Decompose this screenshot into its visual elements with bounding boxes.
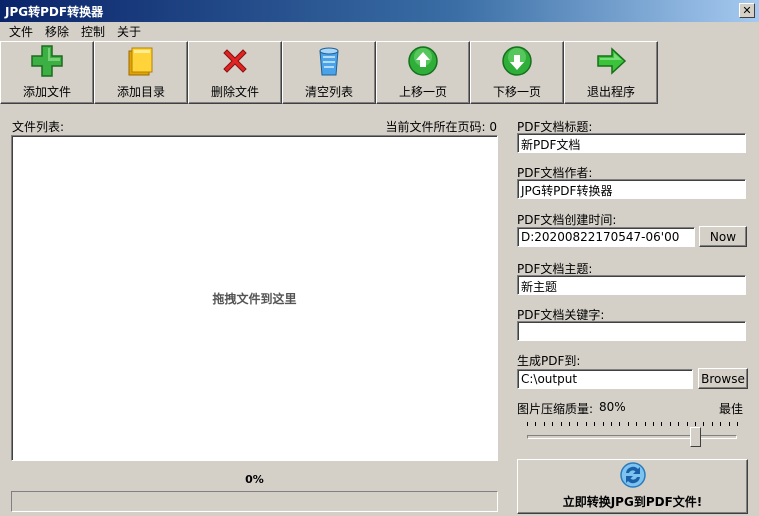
- file-list[interactable]: 拖拽文件到这里: [11, 135, 498, 461]
- progress-text: 0%: [245, 473, 264, 486]
- slider-tick: [594, 422, 596, 426]
- slider-tick: [669, 422, 671, 426]
- convert-refresh-icon: [619, 462, 646, 488]
- slider-tick: [737, 422, 738, 426]
- slider-tick: [602, 422, 604, 426]
- arrow-up-icon: [408, 46, 438, 76]
- title-bar: JPG转PDF转换器 ✕: [0, 0, 759, 22]
- clear-list-label: 清空列表: [304, 85, 353, 99]
- browse-button[interactable]: Browse: [698, 368, 748, 389]
- slider-tick: [560, 422, 562, 426]
- exit-arrow-icon: [597, 47, 627, 75]
- move-down-button[interactable]: 下移一页: [470, 41, 564, 104]
- add-file-button[interactable]: 添加文件: [0, 41, 94, 104]
- menu-file[interactable]: 文件: [3, 23, 39, 40]
- convert-button-label: 立即转换JPG到PDF文件!: [562, 495, 703, 509]
- slider-tick: [720, 422, 722, 426]
- delete-file-label: 删除文件: [210, 85, 259, 99]
- arrow-down-icon: [502, 46, 532, 76]
- move-down-label: 下移一页: [492, 85, 541, 99]
- slider-tick: [627, 422, 629, 426]
- current-page-label: 当前文件所在页码: 0: [385, 120, 498, 134]
- clear-list-icon: [319, 47, 339, 76]
- menu-about[interactable]: 关于: [111, 23, 147, 40]
- pdf-keywords-input[interactable]: [517, 321, 746, 341]
- slider-tick: [728, 422, 730, 426]
- slider-ticks: [527, 422, 738, 426]
- slider-tick: [686, 422, 688, 426]
- window-title: JPG转PDF转换器: [5, 4, 104, 19]
- quality-slider-track[interactable]: [527, 435, 737, 439]
- quality-value: 80%: [599, 400, 626, 414]
- toolbar: 添加文件 添加目录 删除文件 清空列表 上移一页 下移一页 退出程序: [0, 41, 658, 104]
- close-icon: ✕: [742, 4, 752, 17]
- delete-file-button[interactable]: 删除文件: [188, 41, 282, 104]
- slider-tick: [678, 422, 680, 426]
- pdf-created-label: PDF文档创建时间:: [517, 213, 617, 227]
- pdf-author-input[interactable]: JPG转PDF转换器: [517, 179, 746, 199]
- output-path-input[interactable]: C:\output: [517, 369, 693, 389]
- slider-tick: [703, 422, 705, 426]
- slider-tick: [535, 422, 537, 426]
- close-button[interactable]: ✕: [739, 3, 755, 18]
- browse-button-label: Browse: [701, 371, 745, 386]
- move-up-label: 上移一页: [398, 85, 447, 99]
- drop-hint: 拖拽文件到这里: [212, 291, 297, 306]
- pdf-created-input[interactable]: D:20200822170547-06'00: [517, 227, 695, 247]
- pdf-title-input[interactable]: 新PDF文档: [517, 133, 746, 153]
- slider-tick: [644, 422, 646, 426]
- add-folder-button[interactable]: 添加目录: [94, 41, 188, 104]
- now-button-label: Now: [709, 229, 737, 244]
- output-label: 生成PDF到:: [517, 354, 581, 368]
- clear-list-button[interactable]: 清空列表: [282, 41, 376, 104]
- add-file-label: 添加文件: [22, 85, 71, 99]
- menu-bar: 文件 移除 控制 关于: [0, 22, 759, 41]
- slider-tick: [552, 422, 554, 426]
- slider-tick: [661, 422, 663, 426]
- slider-tick: [527, 422, 528, 426]
- menu-remove[interactable]: 移除: [39, 23, 75, 40]
- folder-icon: [128, 47, 153, 76]
- slider-tick: [619, 422, 621, 426]
- move-up-button[interactable]: 上移一页: [376, 41, 470, 104]
- slider-tick: [636, 422, 638, 426]
- now-button[interactable]: Now: [699, 226, 747, 247]
- slider-tick: [569, 422, 570, 426]
- slider-tick: [653, 422, 654, 426]
- add-file-icon: [31, 45, 63, 77]
- exit-button[interactable]: 退出程序: [564, 41, 658, 104]
- quality-slider-thumb[interactable]: [690, 427, 701, 447]
- quality-label: 图片压缩质量:: [517, 402, 594, 416]
- slider-tick: [543, 422, 545, 426]
- quality-best-label: 最佳: [719, 402, 744, 416]
- add-folder-label: 添加目录: [116, 85, 165, 99]
- menu-control[interactable]: 控制: [75, 23, 111, 40]
- exit-label: 退出程序: [586, 85, 635, 99]
- file-list-label: 文件列表:: [12, 120, 65, 134]
- slider-tick: [585, 422, 587, 426]
- slider-tick: [577, 422, 579, 426]
- progress-bar: [11, 491, 498, 512]
- slider-tick: [695, 422, 696, 426]
- delete-icon: [223, 49, 247, 73]
- pdf-subject-input[interactable]: 新主题: [517, 275, 746, 295]
- slider-tick: [611, 422, 612, 426]
- slider-tick: [711, 422, 713, 426]
- convert-button[interactable]: 立即转换JPG到PDF文件!: [517, 459, 748, 514]
